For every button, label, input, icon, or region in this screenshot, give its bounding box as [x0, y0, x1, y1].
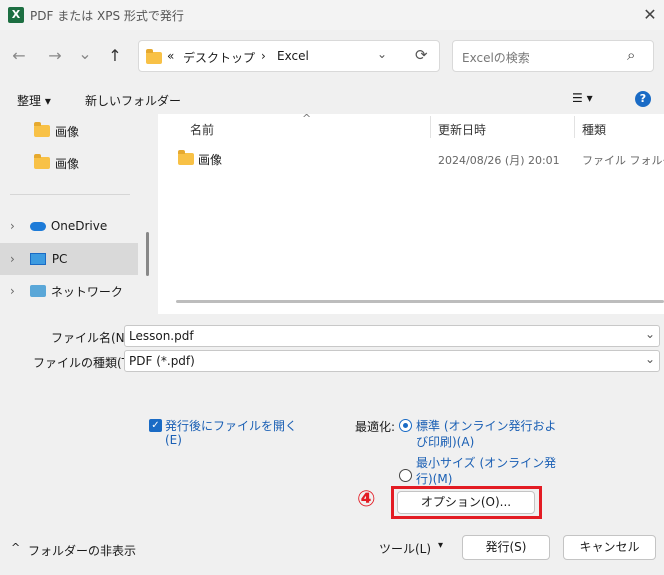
- refresh-icon[interactable]: ⟳: [415, 46, 428, 64]
- optimize-standard-radio[interactable]: [399, 419, 412, 432]
- open-after-label-line2[interactable]: (E): [165, 433, 182, 447]
- new-folder-button[interactable]: 新しいフォルダー: [85, 92, 181, 109]
- window-title: PDF または XPS 形式で発行: [30, 9, 184, 23]
- optimize-standard-line2[interactable]: び印刷)(A): [416, 433, 474, 450]
- expand-icon[interactable]: ›: [10, 252, 15, 266]
- back-button[interactable]: ←: [8, 45, 30, 67]
- folder-icon: [34, 122, 50, 137]
- expand-icon[interactable]: ›: [10, 284, 15, 298]
- optimize-label: 最適化:: [355, 420, 396, 434]
- cloud-icon: [29, 221, 46, 231]
- nav-item-label: OneDrive: [50, 219, 108, 233]
- column-name[interactable]: 名前: [190, 121, 214, 138]
- filename-value: Lesson.pdf: [129, 329, 194, 343]
- forward-button[interactable]: →: [44, 45, 66, 67]
- close-button[interactable]: ✕: [640, 5, 660, 25]
- nav-item-label: PC: [51, 252, 68, 266]
- nav-scrollbar[interactable]: [146, 232, 149, 276]
- filetype-label: ファイルの種類(T):: [33, 356, 138, 370]
- filename-label: ファイル名(N):: [51, 331, 134, 345]
- folder-icon: [178, 150, 194, 165]
- column-divider: [574, 116, 575, 138]
- address-dropdown-icon[interactable]: ⌄: [377, 47, 387, 61]
- column-divider: [430, 116, 431, 138]
- filename-field[interactable]: Lesson.pdf ⌄: [124, 325, 660, 347]
- optimize-minimum-line2[interactable]: 行)(M): [416, 470, 452, 487]
- breadcrumb-chevron[interactable]: «: [167, 49, 174, 63]
- hide-folders-arrow-icon[interactable]: ^: [11, 541, 20, 554]
- recent-locations-button[interactable]: ⌄: [74, 43, 96, 65]
- options-button[interactable]: オプション(O)...: [397, 491, 535, 514]
- organize-button[interactable]: 整理 ▾: [17, 92, 51, 109]
- navigation-pane: 画像 画像 › OneDrive › PC › ネットワーク: [0, 114, 152, 314]
- column-date[interactable]: 更新日時: [438, 121, 486, 138]
- nav-folder-label: 画像: [55, 124, 80, 139]
- tools-button[interactable]: ツール(L): [379, 540, 431, 557]
- open-after-checkbox[interactable]: ✓: [149, 419, 162, 432]
- horizontal-scrollbar[interactable]: [176, 300, 664, 303]
- chevron-down-icon[interactable]: ⌄: [645, 327, 655, 341]
- breadcrumb-excel[interactable]: Excel: [277, 49, 309, 63]
- nav-folder-label: 画像: [55, 156, 80, 171]
- nav-divider: [10, 194, 130, 195]
- excel-icon: X: [8, 7, 24, 23]
- folder-icon: [146, 49, 162, 64]
- file-list: 名前 ^ 更新日時 種類 画像 2024/08/26 (月) 20:01 ファイ…: [158, 112, 664, 314]
- address-bar[interactable]: « デスクトップ › Excel ⌄ ⟳: [138, 40, 440, 72]
- chevron-down-icon[interactable]: ⌄: [645, 352, 655, 366]
- title-bar: X PDF または XPS 形式で発行 ✕: [0, 0, 664, 30]
- hide-folders-button[interactable]: フォルダーの非表示: [28, 542, 136, 559]
- breadcrumb-desktop[interactable]: デスクトップ: [183, 49, 255, 66]
- expand-icon[interactable]: ›: [10, 219, 15, 233]
- up-button[interactable]: ↑: [104, 45, 126, 67]
- view-options-button[interactable]: ☰ ▾: [572, 91, 593, 105]
- cancel-button[interactable]: キャンセル: [563, 535, 656, 560]
- search-box[interactable]: Excelの検索 ⌕: [452, 40, 654, 72]
- optimize-minimum-radio[interactable]: [399, 469, 412, 482]
- breadcrumb-separator: ›: [261, 49, 266, 63]
- sort-arrow-icon: ^: [302, 112, 312, 125]
- annotation-number: ④: [357, 487, 376, 512]
- network-icon: [29, 285, 46, 297]
- column-header-row: 名前 ^ 更新日時 種類: [158, 112, 664, 140]
- nav-item-pc[interactable]: › PC: [0, 243, 138, 275]
- file-type: ファイル フォルダー: [582, 154, 664, 167]
- optimize-standard-line1[interactable]: 標準 (オンライン発行およ: [416, 417, 557, 434]
- search-icon[interactable]: ⌕: [627, 46, 635, 64]
- publish-button[interactable]: 発行(S): [462, 535, 550, 560]
- toolbar: 整理 ▾ 新しいフォルダー ☰ ▾ ?: [0, 84, 664, 114]
- folder-icon: [34, 154, 50, 169]
- optimize-minimum-line1[interactable]: 最小サイズ (オンライン発: [416, 454, 556, 471]
- nav-item-onedrive[interactable]: › OneDrive: [0, 211, 140, 241]
- column-type[interactable]: 種類: [582, 121, 606, 138]
- tools-dropdown-icon[interactable]: ▾: [438, 540, 443, 551]
- search-input[interactable]: Excelの検索: [462, 49, 530, 66]
- help-icon[interactable]: ?: [635, 91, 651, 107]
- file-date: 2024/08/26 (月) 20:01: [438, 154, 560, 167]
- pc-icon: [29, 253, 46, 265]
- filetype-select[interactable]: PDF (*.pdf) ⌄: [124, 350, 660, 372]
- nav-item-network[interactable]: › ネットワーク: [0, 276, 140, 306]
- nav-folder-images-2[interactable]: 画像: [0, 148, 140, 178]
- nav-folder-images-1[interactable]: 画像: [0, 116, 140, 146]
- file-name: 画像: [198, 153, 223, 167]
- filetype-value: PDF (*.pdf): [129, 354, 195, 368]
- nav-item-label: ネットワーク: [50, 284, 123, 299]
- open-after-label-line1[interactable]: 発行後にファイルを開く: [165, 417, 297, 434]
- file-row[interactable]: 画像 2024/08/26 (月) 20:01 ファイル フォルダー: [158, 146, 664, 170]
